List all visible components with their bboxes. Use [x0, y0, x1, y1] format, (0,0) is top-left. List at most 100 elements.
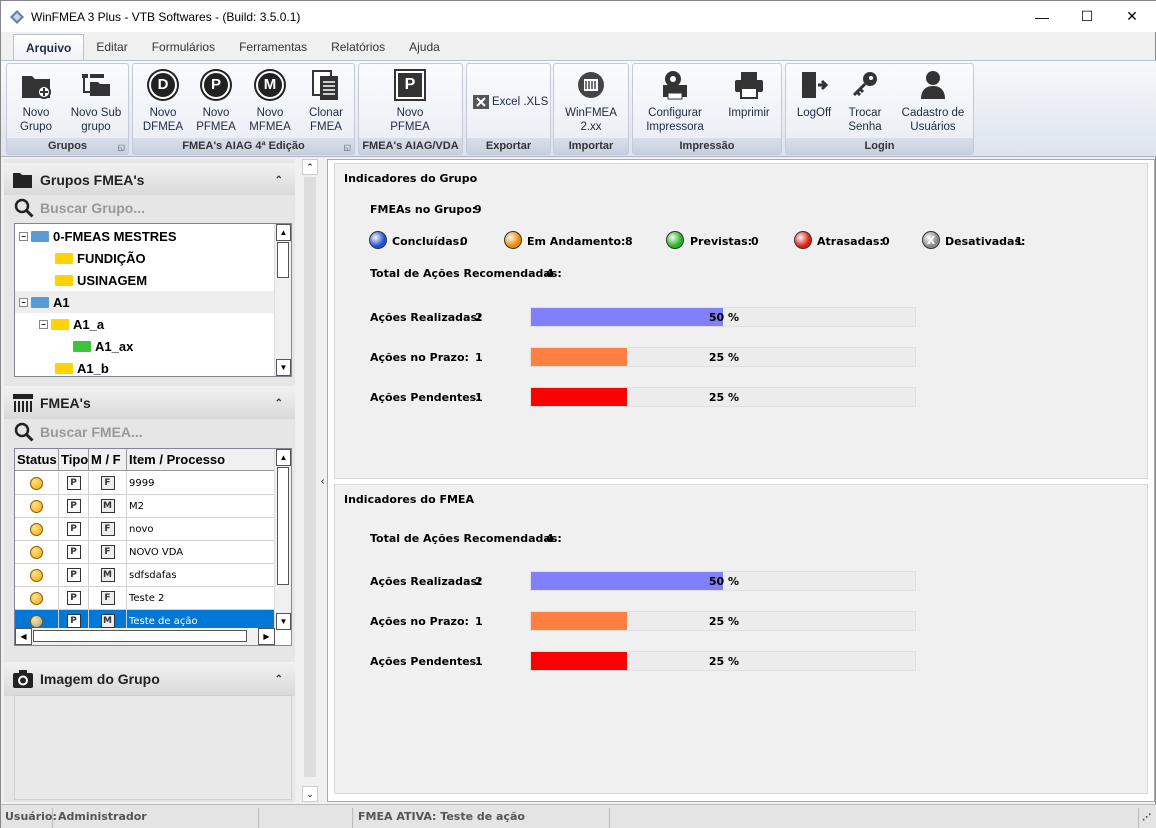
atrasadas-value: 0 [882, 235, 890, 248]
panel-splitter[interactable]: ⌃ ⌄ ‹ [300, 159, 324, 802]
tree-scrollbar[interactable]: ▲ ▼ [274, 224, 291, 376]
configurar-impressora-button[interactable]: Configurar Impressora [637, 68, 713, 136]
tree-node[interactable]: − A1_a [39, 313, 104, 335]
winfmea2-import-button[interactable]: WinFMEA 2.xx [564, 68, 618, 136]
fmeas-count-label: FMEAs no Grupo: [370, 203, 477, 216]
scroll-up-icon[interactable]: ⌃ [302, 159, 318, 175]
scroll-up-icon[interactable]: ▲ [276, 224, 291, 241]
dialog-launcher-icon[interactable]: ◱ [343, 143, 351, 152]
table-row[interactable]: P M M2 [15, 495, 275, 518]
grid-horizontal-scrollbar[interactable]: ◀ ▶ [15, 628, 275, 645]
logoff-icon [802, 72, 829, 98]
fmeas-search-input[interactable]: Buscar FMEA... [4, 419, 295, 445]
excel-export-button[interactable]: Excel .XLS [473, 94, 548, 110]
scroll-up-icon[interactable]: ▲ [276, 449, 291, 466]
title-bar[interactable]: WinFMEA 3 Plus - VTB Softwares - (Build:… [1, 1, 1156, 32]
fmeas-grid: Status Tipo M / F Item / Processo P F 9999… [14, 448, 292, 646]
table-row[interactable]: P F 9999 [15, 472, 275, 495]
printer-settings-icon [663, 71, 687, 100]
novo-pfmea-vda-button[interactable]: P Novo PFMEA [383, 68, 437, 136]
subfolder-add-icon [82, 74, 110, 96]
collapse-node-icon[interactable]: − [19, 231, 28, 241]
collapse-left-icon[interactable]: ‹ [321, 476, 324, 487]
user-icon [921, 71, 945, 99]
scroll-thumb[interactable] [277, 242, 289, 278]
column-header-status[interactable]: Status [15, 449, 59, 470]
scroll-thumb[interactable] [33, 630, 247, 642]
printer-icon [735, 72, 763, 99]
tab-editar[interactable]: Editar [84, 34, 139, 60]
novo-dfmea-button[interactable]: D Novo DFMEA [136, 68, 190, 136]
collapse-node-icon[interactable]: − [39, 319, 48, 329]
table-row[interactable]: P Fnovo [15, 518, 275, 541]
scroll-right-icon[interactable]: ▶ [258, 628, 275, 645]
novo-grupo-button[interactable]: Novo Grupo [9, 68, 63, 136]
splitter-track [304, 177, 316, 777]
folder-icon [73, 340, 91, 352]
scroll-down-icon[interactable]: ⌄ [302, 786, 318, 802]
tab-ferramentas[interactable]: Ferramentas [227, 34, 319, 60]
status-spacer [261, 808, 353, 828]
grid-scrollbar[interactable]: ▲ ▼ [274, 449, 291, 630]
mf-cell: F [89, 541, 127, 563]
trocar-senha-button[interactable]: Trocar Senha [840, 68, 890, 136]
clonar-fmea-button[interactable]: Clonar FMEA [299, 68, 353, 136]
tree-node[interactable]: FUNDIÇÃO [55, 247, 146, 269]
tab-relatorios[interactable]: Relatórios [319, 34, 397, 60]
novo-sub-grupo-button[interactable]: Novo Sub grupo [65, 68, 127, 136]
item-cell: Teste 2 [127, 587, 275, 609]
search-icon [14, 422, 34, 442]
maximize-icon: ☐ [1080, 8, 1094, 24]
status-dot-icon [30, 545, 43, 559]
column-header-tipo[interactable]: Tipo [59, 449, 89, 470]
dialog-launcher-icon[interactable]: ◱ [117, 143, 125, 152]
scroll-thumb[interactable] [277, 467, 289, 585]
scroll-down-icon[interactable]: ▼ [276, 613, 291, 630]
cadastro-usuarios-label-2: Usuários [910, 121, 956, 133]
tab-arquivo[interactable]: Arquivo [13, 34, 85, 60]
grupos-search-input[interactable]: Buscar Grupo... [4, 195, 295, 221]
column-header-item[interactable]: Item / Processo [127, 449, 275, 470]
collapse-icon[interactable]: ⌃ [275, 674, 283, 685]
novo-mfmea-button[interactable]: M Novo MFMEA [243, 68, 297, 136]
tree-node[interactable]: − 0-FMEAS MESTRES [19, 225, 177, 247]
logoff-button[interactable]: LogOff [788, 68, 840, 136]
collapse-icon[interactable]: ⌃ [275, 398, 283, 409]
cadastro-usuarios-button[interactable]: Cadastro de Usuários [894, 68, 972, 136]
fmea-ativa-status: FMEA ATIVA: Teste de ação [354, 808, 610, 828]
column-header-mf[interactable]: M / F [89, 449, 127, 470]
atrasadas-status-icon [794, 231, 812, 249]
tree-node[interactable]: − A1 [15, 291, 275, 313]
table-row[interactable]: P Msdfsdafas [15, 564, 275, 587]
resize-grip-icon[interactable]: ⋰ [1142, 813, 1151, 823]
grupos-panel-header[interactable]: Grupos FMEA's ⌃ [4, 163, 295, 197]
tab-formularios[interactable]: Formulários [140, 34, 227, 60]
scroll-down-icon[interactable]: ▼ [276, 359, 291, 376]
status-dot-icon [30, 614, 43, 628]
ribbon-group-aiagvda: P Novo PFMEA FMEA's AIAG/VDA [358, 63, 463, 155]
mf-icon: M [100, 499, 115, 513]
novo-pfmea-button[interactable]: P Novo PFMEA [189, 68, 243, 136]
imagem-panel-header[interactable]: Imagem do Grupo ⌃ [4, 662, 295, 696]
novo-pfmea-vda-label-2: PFMEA [390, 121, 430, 133]
tab-ajuda[interactable]: Ajuda [397, 34, 452, 60]
fmeas-panel-header[interactable]: FMEA's ⌃ [4, 386, 295, 420]
tree-node[interactable]: A1_ax [73, 335, 133, 357]
tree-node[interactable]: A1_b [55, 357, 109, 376]
collapse-icon[interactable]: ⌃ [275, 175, 283, 186]
ribbon-group-impressao: Configurar Impressora Imprimir Impressão [632, 63, 782, 155]
close-button[interactable]: ✕ [1109, 1, 1155, 32]
concluidas-label: Concluídas: [392, 235, 464, 248]
ribbon-group-exportar: Excel .XLS Exportar [466, 63, 551, 155]
scroll-left-icon[interactable]: ◀ [15, 628, 32, 645]
imprimir-button[interactable]: Imprimir [719, 68, 779, 136]
minimize-button[interactable]: — [1019, 1, 1065, 32]
mf-icon: F [100, 476, 115, 490]
table-row[interactable]: P F NOVO VDA [15, 541, 275, 564]
maximize-button[interactable]: ☐ [1064, 1, 1110, 32]
tipo-icon: P [66, 522, 81, 536]
collapse-node-icon[interactable]: − [19, 297, 28, 307]
table-row[interactable]: P F Teste 2 [15, 587, 275, 610]
tree-node[interactable]: USINAGEM [55, 269, 147, 291]
left-panel: Grupos FMEA's ⌃ Buscar Grupo... − 0-FMEA… [4, 159, 295, 802]
